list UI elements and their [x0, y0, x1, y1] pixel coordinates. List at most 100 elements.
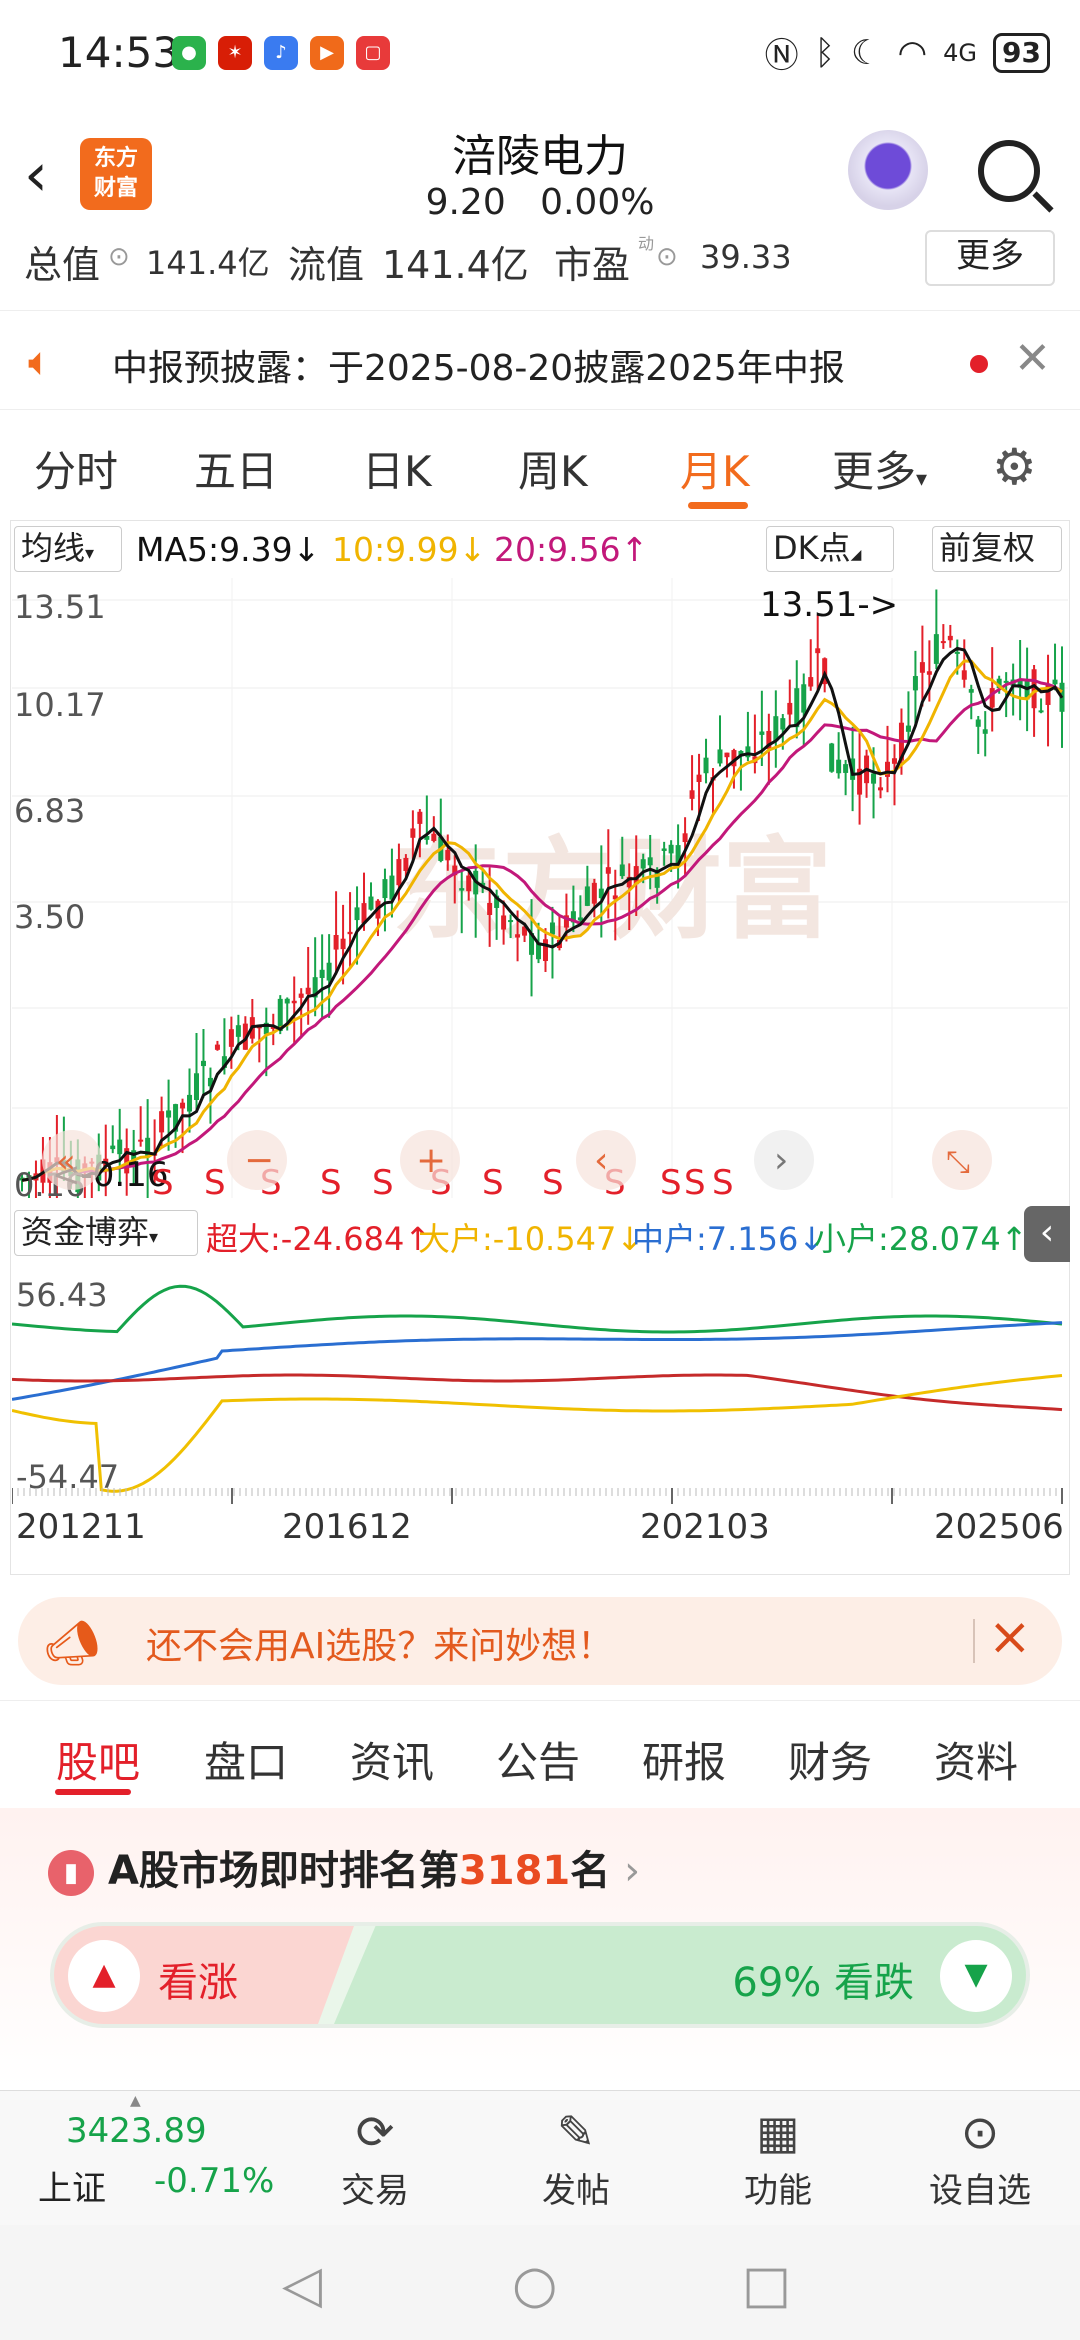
- market-rank[interactable]: ▮ A股市场即时排名第3181名 ›: [48, 1838, 640, 1896]
- tab-more[interactable]: 更多▾: [832, 438, 927, 499]
- gear-icon[interactable]: ⚙: [992, 438, 1037, 496]
- candle-body: [1052, 679, 1058, 685]
- ma5-value: MA5:9.39↓: [136, 530, 321, 569]
- indicator-selector[interactable]: 资金博弈▾: [14, 1210, 198, 1256]
- tab-daily-k[interactable]: 日K: [362, 438, 432, 499]
- kline-chart[interactable]: 东方财富 13.5110.176.833.500.16 13.51-> <-0.…: [12, 578, 1068, 1198]
- bear-label: 69% 看跌: [732, 1960, 914, 2006]
- index-change: -0.71%: [154, 2161, 275, 2201]
- adjust-button[interactable]: 前复权: [932, 526, 1062, 572]
- sell-signal-mark: S: [320, 1163, 342, 1198]
- grid-icon: ▦: [756, 2105, 800, 2159]
- medium-value: 中户:7.156↓: [632, 1220, 826, 1258]
- dk-point-button[interactable]: DK点◢: [766, 526, 894, 572]
- recents-square-icon[interactable]: □: [742, 2255, 791, 2315]
- candle-body: [326, 962, 332, 981]
- divider: [973, 1619, 975, 1663]
- stock-header: ‹ 东方 财富 涪陵电力 9.20 0.00%: [0, 110, 1080, 240]
- index-value[interactable]: 3423.89: [66, 2111, 207, 2151]
- ai-promo-banner[interactable]: 📣︎ 还不会用AI选股？来问妙想！ ×: [18, 1597, 1062, 1685]
- x-label: 201612: [282, 1507, 412, 1547]
- large-value: 大户:-10.547↓: [418, 1220, 644, 1258]
- y-tick-label: 10.17: [14, 686, 106, 724]
- home-circle-icon[interactable]: ○: [512, 2255, 557, 2315]
- ma-selector[interactable]: 均线▾: [14, 526, 122, 572]
- ai-assistant-avatar[interactable]: [848, 130, 928, 210]
- tab-forum[interactable]: 股吧: [56, 1729, 140, 1790]
- info-icon[interactable]: ⊙: [656, 242, 678, 272]
- tab-profile[interactable]: 资料: [934, 1729, 1018, 1790]
- fund-flow-chart[interactable]: 56.43 -54.47: [12, 1260, 1068, 1500]
- candle-body: [354, 907, 360, 921]
- add-watchlist-button[interactable]: ⊙ 设自选: [910, 2101, 1050, 2212]
- vote-down-button[interactable]: ▼: [940, 1940, 1012, 2012]
- candle-body: [577, 917, 583, 921]
- candle-body: [801, 684, 807, 713]
- tab-monthly-k[interactable]: 月K: [680, 438, 750, 499]
- candle-body: [815, 648, 821, 654]
- sell-signal-mark: S: [482, 1163, 504, 1198]
- sell-signal-mark: S: [660, 1163, 682, 1198]
- candle-body: [466, 875, 472, 892]
- notice-bar[interactable]: 🔈︎ 中报预披露：于2025-08-20披露2025年中报 ✕: [0, 310, 1080, 410]
- high-annotation: 13.51->: [760, 585, 898, 625]
- candle-body: [871, 773, 877, 784]
- red-app-icon: ▢: [356, 36, 390, 70]
- x-label: 202103: [640, 1507, 770, 1547]
- status-bar: 14:53 ● ✶ ♪ ▶ ▢ Ⓝ ᛒ ☾ ◠ 4G 93: [0, 0, 1080, 110]
- tab-news[interactable]: 资讯: [350, 1729, 434, 1790]
- candle-body: [117, 1139, 123, 1155]
- candle-body: [682, 833, 688, 843]
- candle-body: [445, 850, 451, 861]
- candle-body: [905, 725, 911, 732]
- candle-body: [214, 1044, 220, 1050]
- valuation-row: 总值 ⊙ 141.4亿 流值 141.4亿 市盈 动 ⊙ 39.33: [0, 230, 1080, 290]
- sell-signal-mark: S: [712, 1163, 734, 1198]
- tab-announcements[interactable]: 公告: [496, 1729, 580, 1790]
- active-tab-indicator: [55, 1789, 131, 1795]
- candle-body: [291, 1000, 297, 1004]
- plus-icon: +: [416, 1140, 446, 1181]
- back-triangle-icon[interactable]: ◁: [282, 2255, 322, 2315]
- candle-body: [431, 833, 437, 841]
- tab-weekly-k[interactable]: 周K: [518, 438, 588, 499]
- candle-body: [410, 828, 416, 838]
- wifi-icon: ◠: [897, 32, 928, 73]
- collapse-panel-button[interactable]: ‹: [1024, 1206, 1070, 1262]
- x-axis-ticks: [12, 1488, 1063, 1504]
- tab-financials[interactable]: 财务: [788, 1729, 872, 1790]
- tab-orderbook[interactable]: 盘口: [204, 1729, 288, 1790]
- candle-body: [298, 993, 304, 998]
- content-tabs: 股吧 盘口 资讯 公告 研报 财务 资料: [0, 1700, 1080, 1800]
- candle-body: [459, 888, 465, 891]
- candle-body: [396, 859, 402, 886]
- vote-up-button[interactable]: ▲: [68, 1940, 140, 2012]
- pe-sup: 动: [638, 234, 655, 253]
- candle-body: [368, 896, 374, 910]
- tab-five-day[interactable]: 五日: [194, 438, 278, 499]
- indicator-y-top: 56.43: [16, 1276, 108, 1314]
- candle-body: [515, 934, 521, 938]
- cellular-icon: 4G: [943, 38, 978, 67]
- y-tick-label: 13.51: [14, 588, 106, 626]
- chart-controls: « − + ‹ › ⤡: [42, 1130, 992, 1190]
- chevron-right-icon: ›: [774, 1140, 788, 1181]
- candle-body: [333, 935, 339, 950]
- candle-body: [549, 922, 555, 935]
- info-icon[interactable]: ⊙: [108, 242, 130, 272]
- candle-body: [417, 811, 423, 824]
- candle-body: [689, 790, 695, 799]
- close-icon[interactable]: ×: [988, 1607, 1032, 1667]
- tab-intraday[interactable]: 分时: [34, 438, 118, 499]
- functions-button[interactable]: ▦ 功能: [708, 2101, 848, 2212]
- candle-body: [982, 729, 988, 734]
- candle-body: [159, 1111, 165, 1133]
- search-icon[interactable]: [978, 140, 1040, 202]
- post-button[interactable]: ✎ 发帖: [506, 2101, 646, 2212]
- tab-research[interactable]: 研报: [642, 1729, 726, 1790]
- candle-body: [968, 689, 974, 693]
- more-button[interactable]: 更多: [925, 230, 1055, 286]
- trade-button[interactable]: ⟳ 交易: [305, 2101, 445, 2212]
- candle-body: [640, 859, 646, 869]
- close-icon[interactable]: ✕: [1014, 333, 1051, 384]
